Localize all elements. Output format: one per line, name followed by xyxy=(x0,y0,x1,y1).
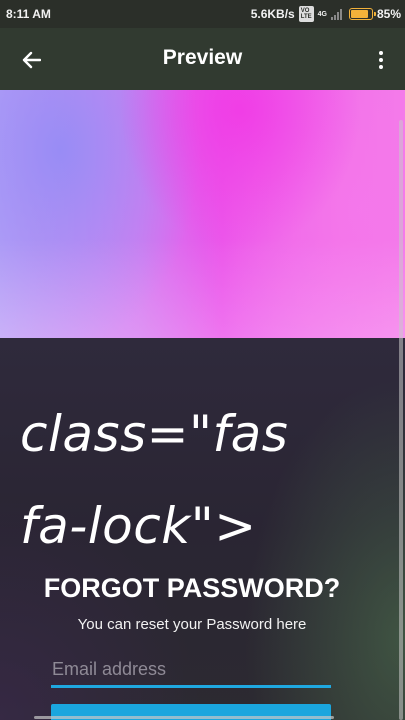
forgot-password-title: FORGOT PASSWORD? xyxy=(43,573,341,603)
preview-content: class="fas fa-lock"> FORGOT PASSWORD? Yo… xyxy=(0,338,405,720)
battery-percent: 85% xyxy=(376,7,401,21)
app-bar: Preview xyxy=(0,28,405,90)
more-options-button[interactable] xyxy=(371,46,391,74)
network-speed: 5.6KB/s xyxy=(250,7,295,21)
volte-icon: VO LTE xyxy=(298,6,314,22)
network-type-icon: 4G xyxy=(317,10,327,18)
status-icons: 5.6KB/s VO LTE 4G 85% xyxy=(251,6,401,22)
forgot-password-subtitle: You can reset your Password here xyxy=(77,616,307,633)
home-indicator xyxy=(34,716,334,719)
signal-icon xyxy=(330,8,345,20)
battery-icon xyxy=(348,8,376,20)
status-bar: 8:11 AM 5.6KB/s VO LTE 4G 85% xyxy=(0,0,405,28)
scrollbar[interactable] xyxy=(399,120,403,720)
hero-gradient-image xyxy=(0,90,405,338)
email-field[interactable] xyxy=(51,654,331,688)
raw-code-text: class="fas fa-lock"> xyxy=(20,405,289,555)
status-time: 8:11 AM xyxy=(6,7,51,21)
app-title: Preview xyxy=(162,46,243,69)
more-vertical-icon xyxy=(379,51,383,55)
